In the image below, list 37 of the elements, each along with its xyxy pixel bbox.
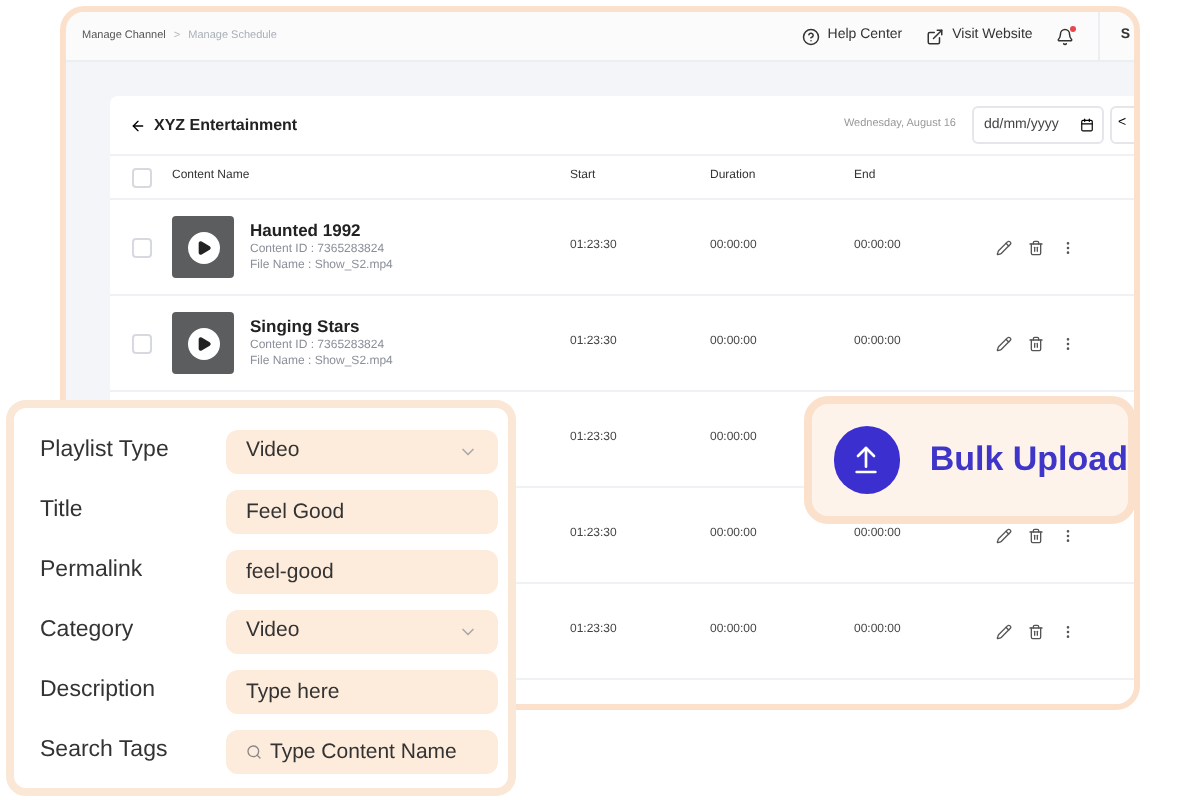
field-label: Title <box>40 496 85 527</box>
field-label: Search Tags <box>40 736 170 767</box>
back-arrow-icon[interactable] <box>130 117 146 133</box>
content-title: Singing Stars <box>250 315 362 337</box>
select-field[interactable]: Video <box>226 430 498 474</box>
play-icon[interactable] <box>187 231 219 263</box>
upload-icon <box>834 426 900 494</box>
notification-bell[interactable] <box>1056 27 1075 45</box>
delete-icon[interactable] <box>1028 527 1044 543</box>
edit-icon[interactable] <box>996 623 1012 639</box>
channel-title: XYZ Entertainment <box>154 113 298 137</box>
input-field[interactable]: Feel Good <box>226 490 498 534</box>
edit-icon[interactable] <box>996 335 1012 351</box>
edit-icon[interactable] <box>996 527 1012 543</box>
field-label: Permalink <box>40 556 145 587</box>
input-field[interactable]: feel-good <box>226 550 498 594</box>
external-link-icon <box>926 27 945 45</box>
row-checkbox[interactable] <box>131 333 151 353</box>
field-label: Category <box>40 616 136 647</box>
bell-icon <box>1056 27 1075 45</box>
input-field[interactable]: Type here <box>226 670 498 714</box>
field-label: Description <box>40 676 158 707</box>
delete-icon[interactable] <box>1028 623 1044 639</box>
delete-icon[interactable] <box>1028 335 1044 351</box>
edit-icon[interactable] <box>996 239 1012 255</box>
search-icon <box>246 744 262 760</box>
bulk-upload-button[interactable]: Bulk Upload <box>804 396 1136 524</box>
select-field[interactable]: Video <box>226 610 498 654</box>
calendar-icon <box>1080 118 1094 132</box>
delete-icon[interactable] <box>1028 239 1044 255</box>
select-all-checkbox[interactable] <box>131 167 151 187</box>
play-icon[interactable] <box>187 327 219 359</box>
search-field[interactable]: Type Content Name <box>226 730 498 774</box>
content-title: Haunted 1992 <box>250 219 363 241</box>
field-label: Playlist Type <box>40 436 171 467</box>
help-icon <box>801 27 820 45</box>
row-checkbox[interactable] <box>131 237 151 257</box>
